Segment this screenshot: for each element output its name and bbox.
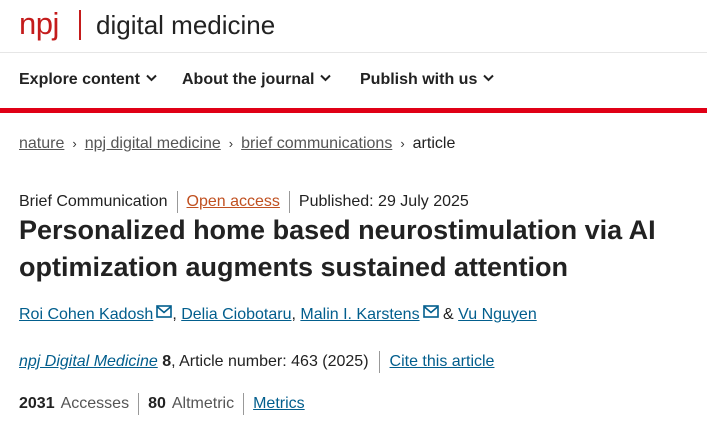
site-header: npj digital medicine [0, 0, 707, 52]
email-icon[interactable] [156, 305, 173, 319]
chevron-down-icon [146, 75, 157, 82]
nav-publish-label: Publish with us [360, 71, 478, 88]
journal-link[interactable]: npj Digital Medicine [19, 353, 158, 370]
chevron-down-icon [320, 75, 332, 82]
nav-explore-content-label: Explore content [19, 71, 140, 88]
published-date: Published: 29 July 2025 [298, 193, 469, 211]
author-list: Roi Cohen Kadosh, Delia Ciobotaru, Malin… [19, 305, 537, 324]
chevron-right-icon: › [72, 136, 77, 151]
logo-divider [79, 10, 81, 40]
brand-logo-npj[interactable]: npj [19, 6, 59, 42]
author-link[interactable]: Malin I. Karstens [300, 306, 419, 323]
author-separator-amp: & [443, 306, 454, 323]
breadcrumb-current: article [412, 135, 456, 152]
altmetric-label: Altmetric [171, 395, 235, 413]
chevron-down-icon [483, 75, 495, 82]
nav-publish-with-us[interactable]: Publish with us [360, 71, 495, 89]
meta-divider [288, 191, 290, 213]
accent-bar [0, 108, 707, 113]
accesses-count: 2031 [19, 395, 55, 413]
metrics-divider [138, 393, 140, 415]
article-type: Brief Communication [19, 193, 168, 211]
meta-divider [176, 191, 178, 213]
author-separator: , [172, 306, 177, 323]
journal-divider [378, 351, 380, 373]
altmetric-count: 80 [148, 395, 166, 413]
brand-logo-name[interactable]: digital medicine [96, 9, 275, 41]
article-number: , Article number: 463 (2025) [171, 353, 369, 371]
article-metrics: 2031 Accesses 80 Altmetric Metrics [19, 393, 305, 415]
cite-article-link[interactable]: Cite this article [390, 353, 495, 370]
nav-about-journal[interactable]: About the journal [182, 71, 332, 89]
journal-volume: 8 [162, 353, 172, 371]
metrics-link[interactable]: Metrics [253, 395, 305, 412]
author-link[interactable]: Delia Ciobotaru [181, 306, 291, 323]
article-title: Personalized home based neurostimulation… [19, 215, 656, 282]
main-nav: Explore content About the journal Publis… [0, 53, 707, 109]
nav-about-journal-label: About the journal [182, 71, 315, 88]
metrics-divider [243, 393, 245, 415]
chevron-right-icon: › [400, 136, 405, 151]
breadcrumb-npj-digital-medicine[interactable]: npj digital medicine [85, 135, 221, 152]
open-access-link[interactable]: Open access [187, 193, 280, 210]
journal-info: npj Digital Medicine 8, Article number: … [19, 351, 494, 373]
article-meta: Brief Communication Open access Published:… [19, 191, 469, 213]
breadcrumb: nature › npj digital medicine › brief commun… [19, 135, 455, 153]
email-icon[interactable] [422, 305, 439, 319]
breadcrumb-nature[interactable]: nature [19, 135, 64, 152]
author-link[interactable]: Vu Nguyen [458, 306, 537, 323]
author-separator: , [291, 306, 296, 323]
author-link[interactable]: Roi Cohen Kadosh [19, 306, 153, 323]
breadcrumb-brief-communications[interactable]: brief communications [241, 135, 392, 152]
nav-explore-content[interactable]: Explore content [19, 71, 157, 89]
chevron-right-icon: › [228, 136, 234, 151]
accesses-label: Accesses [60, 395, 130, 413]
